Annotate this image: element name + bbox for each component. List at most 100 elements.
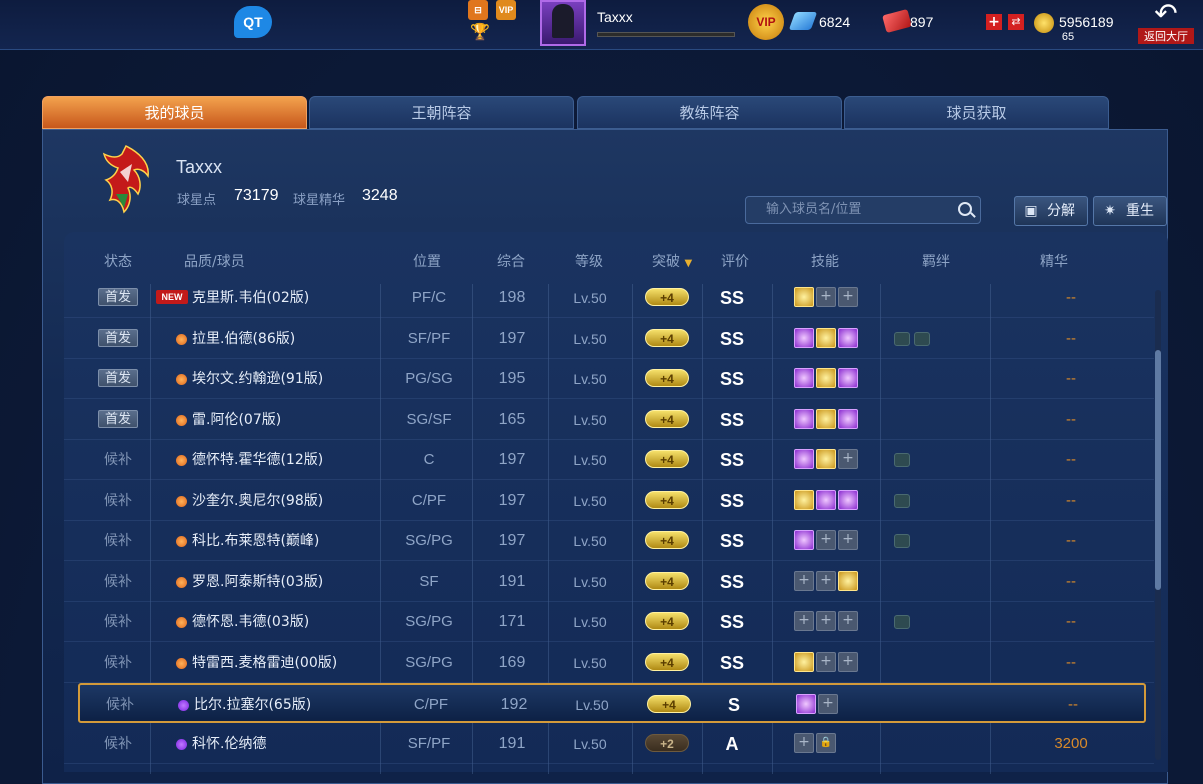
qt-chat-icon[interactable]: QT: [234, 6, 272, 38]
quality-orange-icon: [176, 374, 187, 385]
bond-icon[interactable]: [914, 331, 930, 346]
header-rating[interactable]: 评价: [721, 251, 749, 271]
status-text: 候补: [106, 697, 134, 713]
header-quality-player[interactable]: 品质/球员: [184, 251, 245, 271]
vip-mini-icon[interactable]: VIP: [496, 0, 516, 20]
header-breakthrough[interactable]: 突破 ▼: [652, 251, 692, 271]
skill-empty-slot-icon[interactable]: +: [838, 449, 858, 469]
quality-orange-icon: [176, 495, 187, 507]
table-row[interactable]: 首发 拉里.伯德(86版) SF/PF 197 Lv.50 +4 SS --: [64, 319, 1154, 359]
bond-icon[interactable]: [894, 331, 910, 346]
table-row[interactable]: 候补 沙奎尔.奥尼尔(98版) C/PF 197 Lv.50 +4 SS --: [64, 481, 1154, 521]
vip-badge-icon[interactable]: VIP: [748, 4, 784, 40]
header-essence[interactable]: 精华: [1040, 251, 1068, 271]
breakthrough-pill: +4: [645, 328, 689, 347]
table-row[interactable]: 首发 雷.阿伦(07版) SG/SF 165 Lv.50 +4 SS --: [64, 400, 1154, 440]
exchange-icon[interactable]: ⇄: [1008, 14, 1024, 30]
skill-purple-icon[interactable]: [794, 327, 814, 348]
header-overall[interactable]: 综合: [497, 251, 525, 271]
player-name-cell: 科怀.伦纳德: [192, 735, 267, 752]
skill-purple-icon[interactable]: [794, 449, 814, 469]
skill-empty-slot-icon[interactable]: +: [794, 732, 814, 753]
bond-icon[interactable]: [894, 534, 910, 548]
bond-icon[interactable]: [894, 615, 910, 629]
row-separator: [64, 762, 1154, 764]
decompose-label: 分解: [1047, 203, 1075, 219]
search-input[interactable]: 输入球员名/位置: [745, 196, 981, 224]
essence-cell: --: [1066, 451, 1076, 468]
skill-gold-icon[interactable]: [838, 570, 858, 591]
table-row[interactable]: 首发 NEW 克里斯.韦伯(02版) PF/C 198 Lv.50 +4 SS + + --: [64, 278, 1154, 318]
breakthrough-pill: +4: [647, 695, 691, 713]
add-currency-icon[interactable]: +: [986, 14, 1002, 30]
skill-purple-icon[interactable]: [794, 530, 814, 550]
level-cell: Lv.50: [575, 697, 609, 713]
skills-group: + 🔒: [794, 732, 838, 755]
skill-gold-icon[interactable]: [816, 327, 836, 348]
table-row[interactable]: 首发 埃尔文.约翰逊(91版) PG/SG 195 Lv.50 +4 SS --: [64, 359, 1154, 399]
table-row[interactable]: 候补 罗恩.阿泰斯特(03版) SF 191 Lv.50 +4 SS + + --: [64, 562, 1154, 602]
tab-dynasty-lineup[interactable]: 王朝阵容: [309, 96, 574, 129]
skill-gold-icon[interactable]: [794, 287, 814, 307]
skill-gold-icon[interactable]: [816, 449, 836, 469]
search-icon[interactable]: [958, 202, 972, 216]
skill-purple-icon[interactable]: [796, 694, 816, 714]
back-to-lobby-button[interactable]: ↶ 返回大厅: [1138, 0, 1194, 46]
skill-empty-slot-icon[interactable]: +: [818, 694, 838, 714]
bond-icon[interactable]: [894, 493, 910, 508]
skill-gold-icon[interactable]: [816, 408, 836, 429]
skill-empty-slot-icon[interactable]: +: [794, 611, 814, 631]
level-cell: Lv.50: [573, 654, 607, 671]
skill-empty-slot-icon[interactable]: +: [816, 570, 836, 591]
skill-empty-slot-icon[interactable]: +: [816, 651, 836, 672]
scroll-thumb[interactable]: [1155, 350, 1161, 590]
skill-purple-icon[interactable]: [838, 489, 858, 510]
status-text: 候补: [104, 573, 132, 590]
skill-empty-slot-icon[interactable]: +: [816, 611, 836, 631]
skill-purple-icon[interactable]: [838, 327, 858, 348]
rating-cell: SS: [719, 369, 744, 389]
table-row[interactable]: 候补 德怀特.霍华德(12版) C 197 Lv.50 +4 SS + --: [64, 440, 1154, 480]
skill-purple-icon[interactable]: [794, 368, 814, 388]
decompose-button[interactable]: ▣ 分解: [1014, 196, 1088, 226]
trophy-icon[interactable]: 🏆: [470, 23, 490, 43]
star-points-value: 73179: [234, 187, 279, 204]
back-label: 返回大厅: [1138, 28, 1194, 44]
skill-empty-slot-icon[interactable]: +: [838, 287, 858, 307]
table-row[interactable]: 候补 德怀恩.韦德(03版) SG/PG 171 Lv.50 +4 SS + + + --: [64, 602, 1154, 642]
header-level[interactable]: 等级: [575, 251, 603, 271]
header-position[interactable]: 位置: [413, 251, 441, 271]
skill-empty-slot-icon[interactable]: +: [838, 611, 858, 631]
skill-empty-slot-icon[interactable]: +: [838, 530, 858, 550]
rebirth-button[interactable]: ✷ 重生: [1093, 196, 1167, 226]
table-row[interactable]: 候补 比尔.拉塞尔(65版) C/PF 192 Lv.50 +4 S + --: [78, 683, 1146, 723]
table-scrollbar[interactable]: [1155, 290, 1161, 760]
overall-cell: 169: [498, 653, 526, 671]
level-cell: Lv.50: [573, 573, 607, 590]
player-name-cell: 沙奎尔.奥尼尔(98版): [192, 492, 324, 509]
skill-purple-icon[interactable]: [794, 408, 814, 429]
table-row[interactable]: 候补 特雷西.麦格雷迪(00版) SG/PG 169 Lv.50 +4 SS + + --: [64, 643, 1154, 683]
event-icon[interactable]: ⊟: [468, 0, 488, 20]
breakthrough-pill: +4: [645, 450, 689, 468]
skill-gold-icon[interactable]: [794, 651, 814, 672]
skill-gold-icon[interactable]: [816, 368, 836, 388]
table-row[interactable]: 候补 科怀.伦纳德 SF/PF 191 Lv.50 +2 A + 🔒 3200: [64, 724, 1154, 764]
tab-player-acquire[interactable]: 球员获取: [844, 96, 1109, 129]
bond-icon[interactable]: [894, 453, 910, 467]
skill-purple-icon[interactable]: [838, 368, 858, 388]
skill-gold-icon[interactable]: [794, 489, 814, 510]
skill-purple-icon[interactable]: [838, 408, 858, 429]
table-row[interactable]: 候补 科比.布莱恩特(巅峰) SG/PG 197 Lv.50 +4 SS + + --: [64, 521, 1154, 561]
skill-purple-icon[interactable]: [816, 489, 836, 510]
gem-count: 6824: [819, 14, 851, 30]
skill-empty-slot-icon[interactable]: +: [794, 570, 814, 591]
skill-empty-slot-icon[interactable]: +: [816, 287, 836, 307]
tab-coach-lineup[interactable]: 教练阵容: [577, 96, 842, 129]
skill-empty-slot-icon[interactable]: +: [816, 530, 836, 550]
skill-empty-slot-icon[interactable]: +: [838, 651, 858, 672]
avatar[interactable]: 65: [540, 0, 1074, 46]
star-points-label: 球星点: [177, 193, 217, 208]
player-name-cell: 拉里.伯德(86版): [192, 330, 296, 347]
tab-my-players[interactable]: 我的球员: [42, 96, 307, 129]
